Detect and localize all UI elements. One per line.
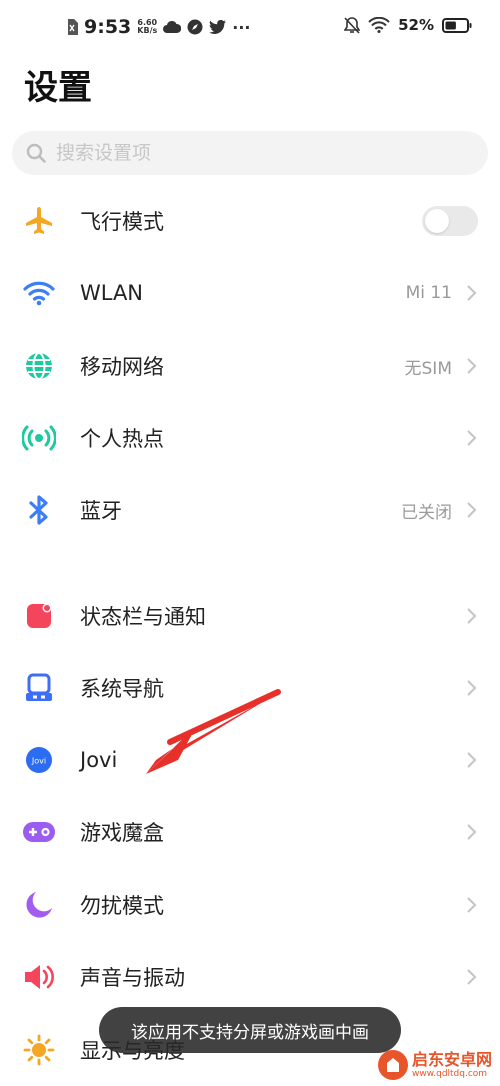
settings-item-mobile-network[interactable]: 移动网络 无SIM [0, 330, 500, 402]
chevron-right-icon [467, 752, 477, 768]
status-bar: 9:53 6.60 KB/s ··· 52% [0, 0, 500, 56]
moon-icon [22, 888, 56, 922]
settings-item-hotspot[interactable]: 个人热点 [0, 402, 500, 474]
chevron-right-icon [467, 502, 477, 518]
chevron-right-icon [467, 824, 477, 840]
wifi-icon [22, 276, 56, 310]
settings-item-label: 勿扰模式 [80, 894, 164, 918]
toggle-knob [425, 209, 449, 233]
search-bar[interactable] [12, 131, 488, 175]
settings-item-value: Mi 11 [405, 283, 452, 303]
hotspot-icon [22, 421, 56, 455]
settings-item-label: 声音与振动 [80, 966, 185, 990]
settings-item-label: Jovi [80, 748, 118, 772]
search-icon [26, 143, 46, 163]
watermark-text: 启东安卓网 www.qdltdq.com [411, 1050, 492, 1080]
compass-icon [187, 19, 203, 35]
settings-item-label: 个人热点 [80, 427, 164, 451]
sim-card-icon [68, 19, 78, 35]
chevron-right-icon [467, 680, 477, 696]
chevron-right-icon [467, 897, 477, 913]
settings-item-status-bar-notifications[interactable]: 状态栏与通知 [0, 580, 500, 652]
speaker-icon [22, 960, 56, 994]
settings-item-do-not-disturb[interactable]: 勿扰模式 [0, 869, 500, 941]
settings-item-label: 游戏魔盒 [80, 821, 164, 845]
watermark: 启东安卓网 www.qdltdq.com [377, 1050, 492, 1080]
watermark-logo [377, 1050, 408, 1080]
settings-item-value: 已关闭 [401, 502, 452, 523]
search-input[interactable] [54, 141, 458, 165]
wifi-status-icon [368, 17, 390, 33]
battery-icon [442, 17, 472, 33]
airplane-mode-toggle[interactable] [422, 206, 478, 236]
settings-item-label: 系统导航 [80, 677, 164, 701]
sun-icon [22, 1033, 56, 1067]
chevron-right-icon [467, 608, 477, 624]
battery-percent: 52% [398, 16, 434, 34]
chevron-right-icon [467, 358, 477, 374]
settings-item-label: 状态栏与通知 [80, 605, 206, 629]
status-right: 52% [344, 16, 472, 34]
settings-item-jovi[interactable]: Jovi Jovi [0, 724, 500, 796]
settings-item-airplane-mode[interactable]: 飞行模式 [0, 185, 500, 257]
settings-item-game-box[interactable]: 游戏魔盒 [0, 796, 500, 868]
page-title: 设置 [24, 68, 92, 108]
settings-item-value: 无SIM [404, 358, 452, 379]
more-notifications: ··· [232, 17, 251, 37]
globe-icon [22, 349, 56, 383]
status-left: 9:53 6.60 KB/s ··· [66, 16, 250, 38]
settings-item-label: 移动网络 [80, 355, 164, 379]
status-time: 9:53 [84, 16, 132, 38]
navigation-icon [22, 671, 56, 705]
settings-item-sound-vibration[interactable]: 声音与振动 [0, 941, 500, 1013]
svg-text:Jovi: Jovi [31, 757, 46, 766]
notification-icon [22, 599, 56, 633]
jovi-icon: Jovi [22, 743, 56, 777]
gamepad-icon [22, 815, 56, 849]
airplane-icon [22, 204, 56, 238]
toast-message: 该应用不支持分屏或游戏画中画 [99, 1007, 401, 1053]
chevron-right-icon [467, 969, 477, 985]
settings-item-label: 飞行模式 [80, 210, 164, 234]
settings-item-label: 蓝牙 [80, 499, 122, 523]
settings-item-bluetooth[interactable]: 蓝牙 已关闭 [0, 474, 500, 546]
network-speed: 6.60 KB/s [137, 18, 158, 35]
bell-off-icon [344, 16, 361, 34]
chevron-right-icon [467, 430, 477, 446]
twitter-icon [209, 20, 227, 34]
settings-item-wlan[interactable]: WLAN Mi 11 [0, 257, 500, 329]
chevron-right-icon [467, 285, 477, 301]
settings-item-system-navigation[interactable]: 系统导航 [0, 652, 500, 724]
cloud-icon [163, 20, 182, 33]
settings-item-label: WLAN [80, 281, 144, 305]
bluetooth-icon [22, 493, 56, 527]
